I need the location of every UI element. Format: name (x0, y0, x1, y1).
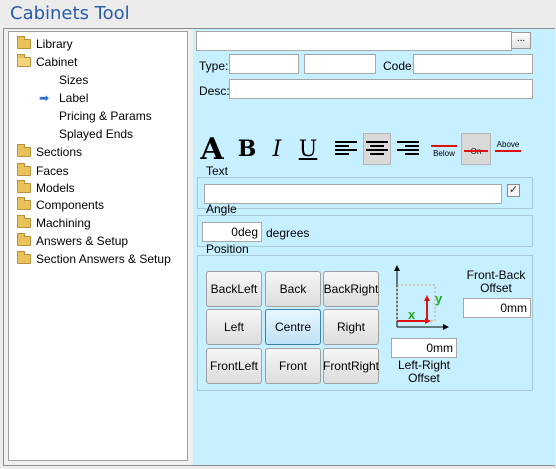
align-center-icon (366, 141, 388, 155)
below-label: Below (433, 148, 455, 158)
folder-icon (17, 180, 31, 193)
text-visible-checkbox[interactable]: ✓ (507, 184, 520, 197)
code-label: Code: (383, 59, 416, 73)
label-text-input[interactable] (204, 184, 502, 204)
text-below-button[interactable]: Below (429, 133, 459, 165)
text-on-button[interactable]: On (461, 133, 491, 165)
folder-open-icon (17, 54, 31, 67)
font-button[interactable]: A (197, 132, 227, 167)
window-title: Cabinets Tool (10, 3, 130, 24)
tree-item-label: Faces (36, 164, 69, 178)
code-field[interactable] (413, 54, 533, 74)
path-input[interactable] (196, 31, 512, 51)
position-back-button[interactable]: Back (265, 271, 321, 307)
line-icon (464, 149, 488, 152)
tree-item-label: Sizes (59, 73, 89, 87)
tree-item-label: Splayed Ends (59, 127, 134, 141)
folder-icon (17, 251, 31, 264)
diagram-y-label: y (435, 291, 443, 306)
angle-group-title: Angle (206, 202, 237, 216)
diagram-x-label: x (408, 307, 416, 322)
angle-unit-label: degrees (266, 226, 310, 240)
align-right-button[interactable] (394, 133, 422, 165)
tree-item-label: Section Answers & Setup (36, 252, 171, 266)
folder-icon (17, 36, 31, 49)
tree-item-label: Machining (36, 216, 91, 230)
angle-input[interactable] (202, 222, 262, 242)
align-left-icon (335, 141, 357, 155)
type-label: Type: (199, 59, 229, 73)
tree-item-label: Sections (36, 145, 83, 159)
position-front-button[interactable]: Front (265, 348, 321, 384)
align-right-icon (397, 141, 419, 155)
left-right-offset-input[interactable] (391, 338, 457, 358)
tree-item-label: Library (36, 37, 73, 51)
arrow-right-icon: ➡ (39, 91, 50, 105)
tree-item-label: Cabinet (36, 55, 78, 69)
folder-icon (17, 163, 31, 176)
folder-icon (17, 144, 31, 157)
front-back-offset-label: Front-Back Offset (461, 269, 531, 295)
italic-button[interactable]: I (263, 133, 291, 165)
position-frontleft-button[interactable]: FrontLeft (206, 348, 262, 384)
desc-field[interactable] (229, 79, 533, 99)
folder-icon (17, 197, 31, 210)
text-group-title: Text (206, 164, 229, 178)
line-icon (495, 150, 521, 152)
line-icon (431, 144, 457, 147)
tool-window: Library Cabinet Sizes ➡ Label Pricing & … (3, 28, 555, 466)
front-back-label-line2: Offset (480, 281, 512, 295)
tree-item-label: Components (36, 198, 105, 212)
above-label: Above (496, 140, 520, 149)
position-backleft-button[interactable]: BackLeft (206, 271, 262, 307)
type-field[interactable] (229, 54, 299, 74)
bold-button[interactable]: B (233, 133, 261, 165)
folder-icon (17, 233, 31, 246)
tree-item-label: Models (36, 181, 75, 195)
left-right-offset-label: Left-Right Offset (389, 359, 459, 385)
browse-button[interactable]: ... (511, 32, 531, 49)
tree-item-label: Pricing & Params (59, 109, 152, 123)
front-back-offset-input[interactable] (463, 298, 531, 318)
type-secondary-field[interactable] (304, 54, 376, 74)
text-above-button[interactable]: Above (493, 133, 523, 165)
position-left-button[interactable]: Left (206, 309, 262, 345)
desc-label: Desc: (199, 84, 230, 98)
position-right-button[interactable]: Right (323, 309, 379, 345)
label-settings-panel: ... Type: Code: Desc: A B I U Below On (193, 29, 555, 465)
position-backright-button[interactable]: BackRight (323, 271, 379, 307)
align-center-button[interactable] (363, 133, 391, 165)
position-centre-button[interactable]: Centre (265, 309, 321, 345)
navigation-tree[interactable]: Library Cabinet Sizes ➡ Label Pricing & … (8, 31, 188, 461)
tree-item-label: Label (59, 91, 89, 105)
underline-button[interactable]: U (294, 133, 322, 165)
text-group: Text (197, 164, 533, 209)
folder-icon (17, 215, 31, 228)
align-left-button[interactable] (332, 133, 360, 165)
position-group-title: Position (206, 242, 249, 256)
tree-item-label: Answers & Setup (36, 234, 129, 248)
left-right-label-line2: Offset (408, 371, 440, 385)
position-frontright-button[interactable]: FrontRight (323, 348, 379, 384)
